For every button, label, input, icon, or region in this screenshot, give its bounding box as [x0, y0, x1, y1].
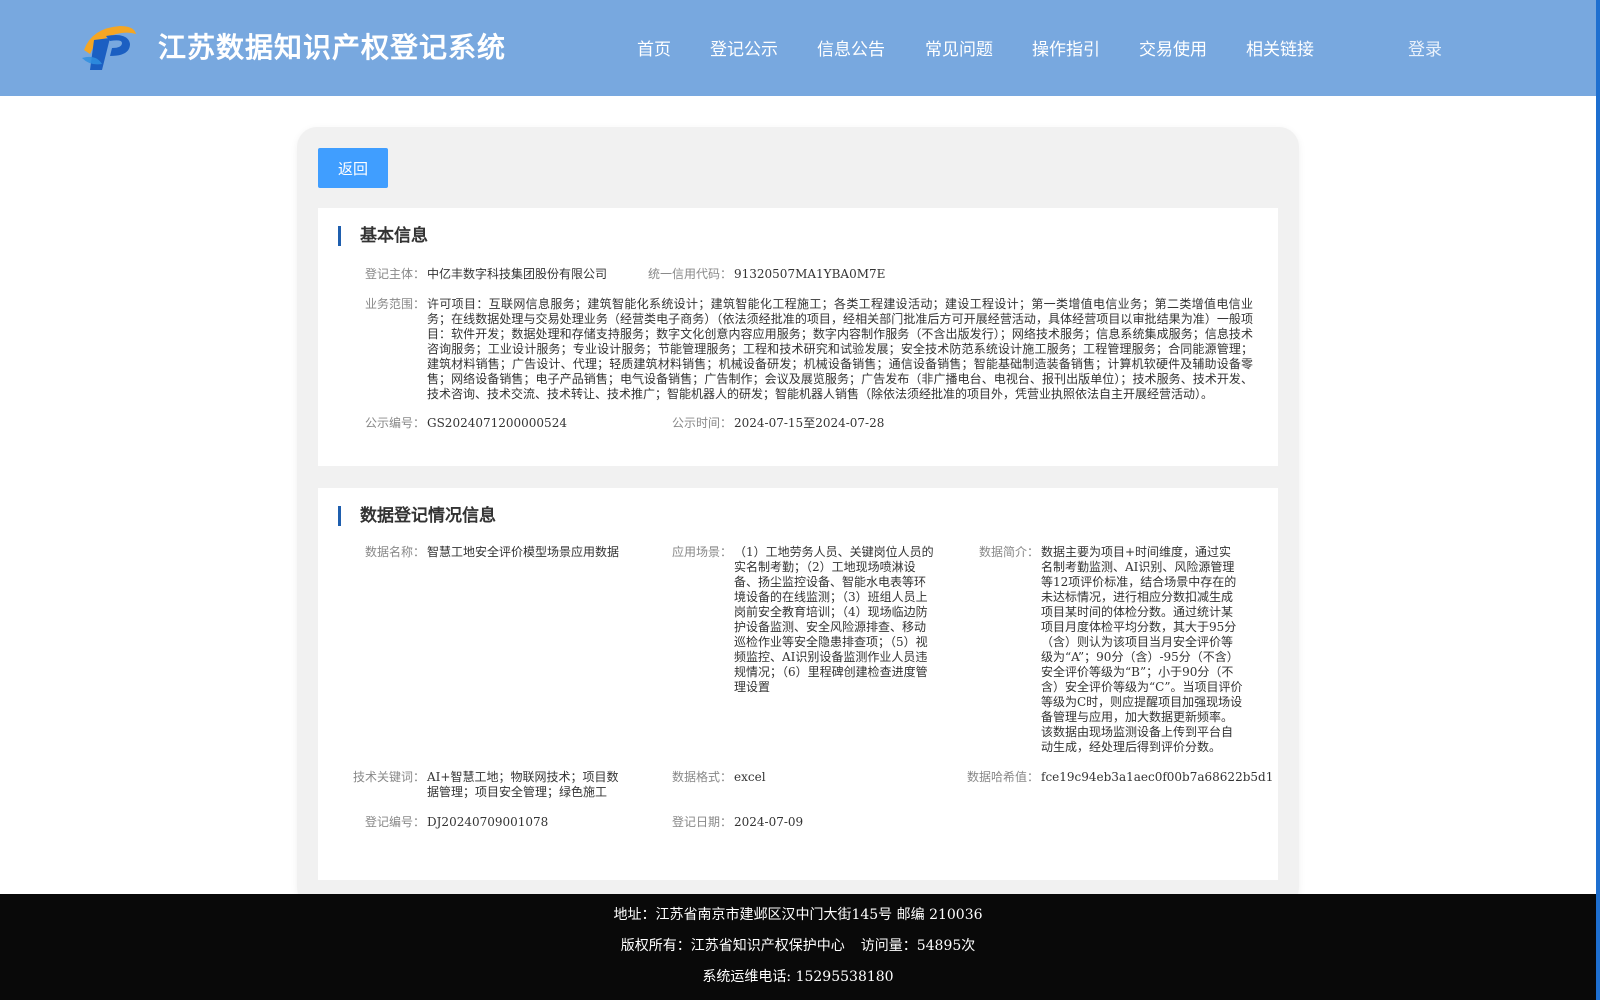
reg-date-value: 2024-07-09	[734, 815, 804, 829]
nav-trade-use[interactable]: 交易使用	[1139, 35, 1207, 60]
publicity-time-value: 2024-07-15至2024-07-28	[734, 416, 885, 430]
business-scope-label: 业务范围：	[364, 297, 425, 311]
business-scope-value: 许可项目：互联网信息服务；建筑智能化系统设计；建筑智能化工程施工；各类工程建设活…	[427, 297, 1253, 401]
scenario-label: 应用场景：	[671, 545, 732, 559]
reg-no-label: 登记编号：	[364, 815, 425, 829]
publicity-no-label: 公示编号：	[364, 416, 425, 430]
subject-label: 登记主体：	[364, 267, 425, 281]
basic-info-panel: 基本信息 登记主体： 中亿丰数字科技集团股份有限公司 统一信用代码： 91320…	[318, 208, 1278, 466]
publicity-time-label: 公示时间：	[671, 416, 732, 430]
publicity-no-value: GS2024071200000524	[427, 416, 567, 430]
data-name-value: 智慧工地安全评价模型场景应用数据	[427, 545, 620, 559]
window-edge	[1596, 0, 1600, 1000]
summary-label: 数据简介：	[978, 545, 1039, 559]
nav-home[interactable]: 首页	[637, 35, 671, 60]
footer-phone: 系统运维电话: 15295538180	[702, 969, 894, 985]
back-button[interactable]: 返回	[318, 148, 388, 188]
footer-visits: 访问量：54895次	[860, 938, 976, 954]
nav-faq[interactable]: 常见问题	[925, 35, 993, 60]
top-header: 江苏数据知识产权登记系统 首页 登记公示 信息公告 常见问题 操作指引 交易使用…	[0, 0, 1596, 96]
data-name-label: 数据名称：	[364, 545, 425, 559]
nav-links[interactable]: 相关链接	[1246, 35, 1314, 60]
footer-address: 地址：江苏省南京市建邺区汉中门大街145号 邮编 210036	[613, 907, 983, 923]
summary-value: 数据主要为项目+时间维度，通过实名制考勤监测、AI识别、风险源管理等12项评价标…	[1041, 545, 1243, 754]
format-label: 数据格式：	[671, 770, 732, 784]
hash-label: 数据哈希值：	[966, 770, 1039, 784]
site-title: 江苏数据知识产权登记系统	[158, 31, 507, 64]
site-logo-icon[interactable]	[80, 20, 138, 72]
data-registration-title: 数据登记情况信息	[338, 506, 496, 526]
nav-registration-publicity[interactable]: 登记公示	[710, 35, 778, 60]
footer-copyright-row: 版权所有：江苏省知识产权保护中心 访问量：54895次	[0, 935, 1596, 955]
credit-code-value: 91320507MA1YBA0M7E	[734, 267, 886, 281]
data-registration-panel: 数据登记情况信息 数据名称： 智慧工地安全评价模型场景应用数据 应用场景： （1…	[318, 488, 1278, 880]
page-footer: 地址：江苏省南京市建邺区汉中门大街145号 邮编 210036 版权所有：江苏省…	[0, 894, 1596, 1000]
subject-value: 中亿丰数字科技集团股份有限公司	[427, 267, 608, 281]
hash-value: fce19c94eb3a1aec0f00b7a68622b5d1	[1041, 770, 1274, 784]
reg-date-label: 登记日期：	[671, 815, 732, 829]
scenario-value: （1）工地劳务人员、关键岗位人员的实名制考勤；（2）工地现场喷淋设备、扬尘监控设…	[734, 545, 934, 694]
login-link[interactable]: 登录	[1408, 35, 1442, 60]
keywords-value: AI+智慧工地；物联网技术；项目数据管理；项目安全管理；绿色施工	[427, 770, 619, 799]
nav-announcements[interactable]: 信息公告	[817, 35, 885, 60]
main-nav: 首页 登记公示 信息公告 常见问题 操作指引 交易使用 相关链接	[612, 35, 1314, 60]
footer-copyright: 版权所有：江苏省知识产权保护中心	[620, 938, 845, 954]
credit-code-label: 统一信用代码：	[647, 267, 732, 281]
reg-no-value: DJ20240709001078	[427, 815, 549, 829]
keywords-label: 技术关键词：	[352, 770, 425, 784]
format-value: excel	[734, 770, 766, 784]
basic-info-title: 基本信息	[338, 226, 428, 246]
nav-guide[interactable]: 操作指引	[1032, 35, 1100, 60]
